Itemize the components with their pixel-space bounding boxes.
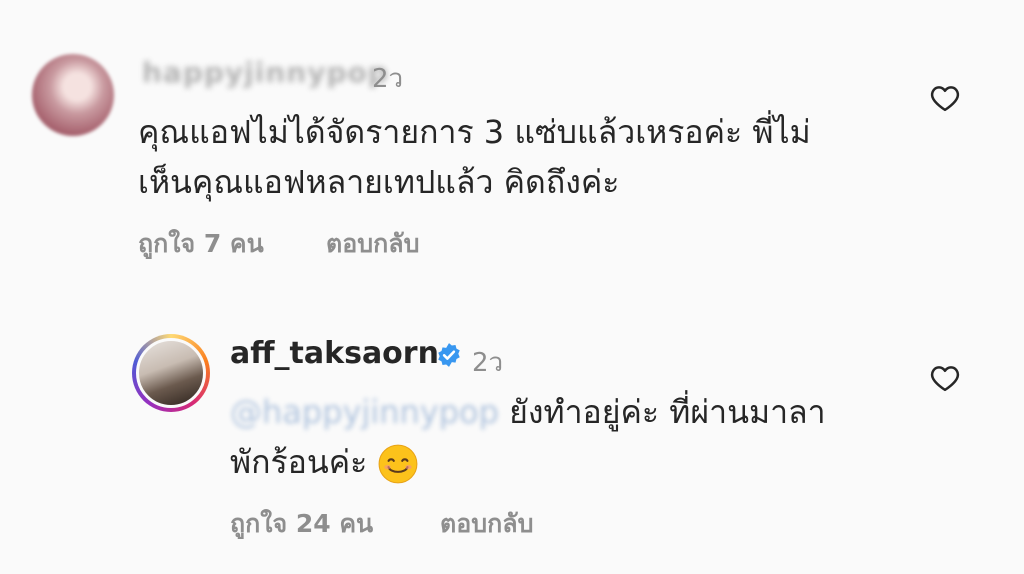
heart-icon[interactable] xyxy=(930,84,960,112)
comment-text-line-2: เห็นคุณแอฟหลายเทปแล้ว คิดถึงค่ะ xyxy=(138,163,620,201)
mention-link[interactable]: @happyjinnypop xyxy=(230,393,499,431)
comment-text-line-1: @happyjinnypop ยังทำอยู่ค่ะ ที่ผ่านมาลา xyxy=(230,388,826,436)
reply-button[interactable]: ตอบกลับ xyxy=(440,504,533,544)
avatar[interactable] xyxy=(132,334,210,412)
username[interactable]: happyjinnypop xyxy=(142,56,389,89)
comment-text-line-1: คุณแอฟไม่ได้จัดรายการ 3 แซ่บแล้วเหรอค่ะ … xyxy=(138,113,811,151)
comment-time: 2ว xyxy=(472,348,504,378)
avatar-photo xyxy=(136,338,206,408)
heart-icon[interactable] xyxy=(930,364,960,392)
comment-time: 2ว xyxy=(372,64,404,94)
reply-button[interactable]: ตอบกลับ xyxy=(326,224,419,264)
likes-count[interactable]: ถูกใจ 7 คน xyxy=(138,224,264,264)
smiling-face-emoji xyxy=(378,444,418,484)
comment-text: พักร้อนค่ะ xyxy=(230,443,368,481)
avatar[interactable] xyxy=(32,54,114,136)
likes-count[interactable]: ถูกใจ 24 คน xyxy=(230,504,373,544)
comment-text-line-2: พักร้อนค่ะ xyxy=(230,438,419,486)
verified-badge-icon xyxy=(438,343,460,367)
comment: happyjinnypop 2ว คุณแอฟไม่ได้จัดรายการ 3… xyxy=(0,40,1024,280)
username[interactable]: aff_taksaorn xyxy=(230,336,439,371)
reply-comment: aff_taksaorn 2ว @happyjinnypop ยังทำอยู่… xyxy=(0,320,1024,560)
comment-text: ยังทำอยู่ค่ะ ที่ผ่านมาลา xyxy=(498,393,826,431)
